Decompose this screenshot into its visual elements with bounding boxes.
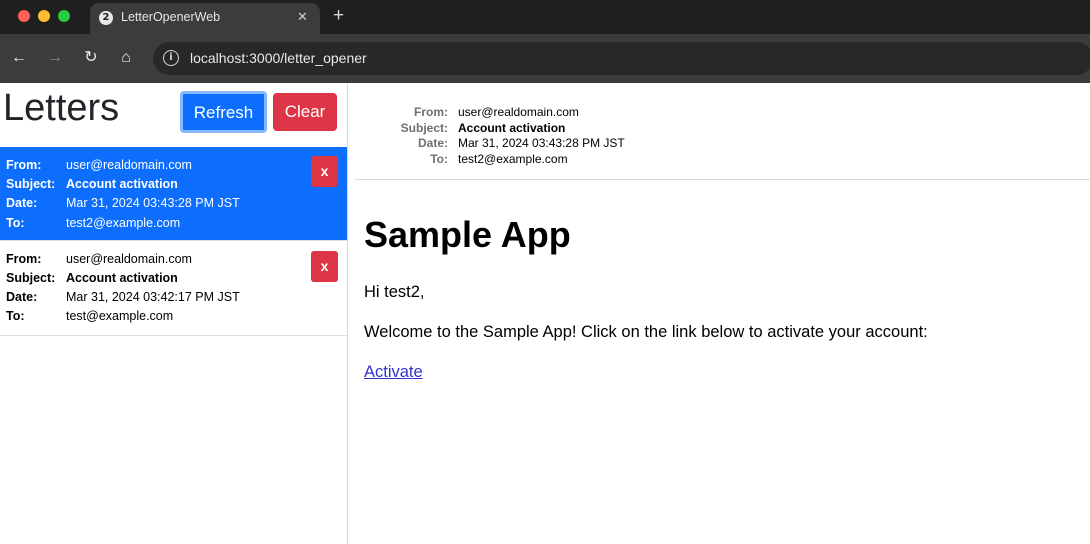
date-value: Mar 31, 2024 03:43:28 PM JST bbox=[458, 136, 625, 150]
letter-preview: From: user@realdomain.com Subject: Accou… bbox=[355, 83, 1090, 544]
delete-letter-button[interactable]: x bbox=[311, 251, 338, 282]
page-title: Letters bbox=[3, 87, 120, 129]
address-bar[interactable]: i localhost:3000/letter_opener bbox=[153, 42, 1090, 75]
from-label: From: bbox=[6, 158, 42, 172]
from-label: From: bbox=[414, 105, 448, 119]
letter-item[interactable]: From: user@realdomain.com Subject: Accou… bbox=[0, 147, 347, 241]
subject-value: Account activation bbox=[458, 121, 566, 135]
subject-value: Account activation bbox=[66, 177, 178, 191]
letter-item[interactable]: From: user@realdomain.com Subject: Accou… bbox=[0, 242, 347, 336]
refresh-button[interactable]: Refresh bbox=[180, 91, 267, 133]
to-value: test@example.com bbox=[66, 309, 174, 323]
subject-value: Account activation bbox=[66, 271, 178, 285]
browser-tab-bar: 2 LetterOpenerWeb ✕ + bbox=[0, 0, 1090, 34]
sidebar-header: Letters Refresh Clear bbox=[0, 83, 347, 147]
minimize-window-button[interactable] bbox=[38, 10, 50, 22]
date-value: Mar 31, 2024 03:43:28 PM JST bbox=[66, 196, 240, 210]
to-label: To: bbox=[6, 216, 25, 230]
info-icon[interactable]: i bbox=[163, 50, 179, 66]
new-tab-icon[interactable]: + bbox=[333, 5, 344, 27]
date-label: Date: bbox=[6, 290, 38, 304]
subject-label: Subject: bbox=[6, 177, 56, 191]
browser-tab[interactable]: 2 LetterOpenerWeb ✕ bbox=[90, 3, 320, 34]
activate-link[interactable]: Activate bbox=[364, 363, 423, 382]
email-greeting: Hi test2, bbox=[364, 283, 425, 301]
subject-label: Subject: bbox=[400, 121, 448, 135]
subject-label: Subject: bbox=[6, 271, 56, 285]
email-message: Welcome to the Sample App! Click on the … bbox=[364, 323, 928, 341]
url-text[interactable]: localhost:3000/letter_opener bbox=[190, 50, 367, 66]
tab-title: LetterOpenerWeb bbox=[121, 10, 221, 24]
page-content: Letters Refresh Clear From: user@realdom… bbox=[0, 83, 1090, 544]
delete-letter-button[interactable]: x bbox=[311, 156, 338, 187]
to-label: To: bbox=[430, 152, 448, 166]
to-value: test2@example.com bbox=[458, 152, 568, 166]
from-value: user@realdomain.com bbox=[66, 158, 192, 172]
to-value: test2@example.com bbox=[66, 216, 181, 230]
clear-button[interactable]: Clear bbox=[273, 93, 337, 131]
forward-arrow-icon[interactable]: → bbox=[45, 48, 65, 68]
maximize-window-button[interactable] bbox=[58, 10, 70, 22]
email-heading: Sample App bbox=[364, 214, 571, 255]
tab-close-icon[interactable]: ✕ bbox=[297, 9, 308, 25]
date-label: Date: bbox=[6, 196, 38, 210]
from-value: user@realdomain.com bbox=[66, 252, 192, 266]
home-icon[interactable]: ⌂ bbox=[116, 48, 136, 68]
from-label: From: bbox=[6, 252, 42, 266]
from-value: user@realdomain.com bbox=[458, 105, 579, 119]
reload-icon[interactable]: ↻ bbox=[81, 48, 101, 68]
to-label: To: bbox=[6, 309, 25, 323]
date-label: Date: bbox=[417, 136, 448, 150]
favicon-icon: 2 bbox=[99, 11, 113, 25]
close-window-button[interactable] bbox=[18, 10, 30, 22]
browser-toolbar: ← → ↻ ⌂ i localhost:3000/letter_opener bbox=[0, 34, 1090, 83]
back-arrow-icon[interactable]: ← bbox=[9, 48, 29, 68]
date-value: Mar 31, 2024 03:42:17 PM JST bbox=[66, 290, 240, 304]
letter-headers: From: user@realdomain.com Subject: Accou… bbox=[355, 83, 1090, 180]
letters-sidebar: Letters Refresh Clear From: user@realdom… bbox=[0, 83, 348, 544]
